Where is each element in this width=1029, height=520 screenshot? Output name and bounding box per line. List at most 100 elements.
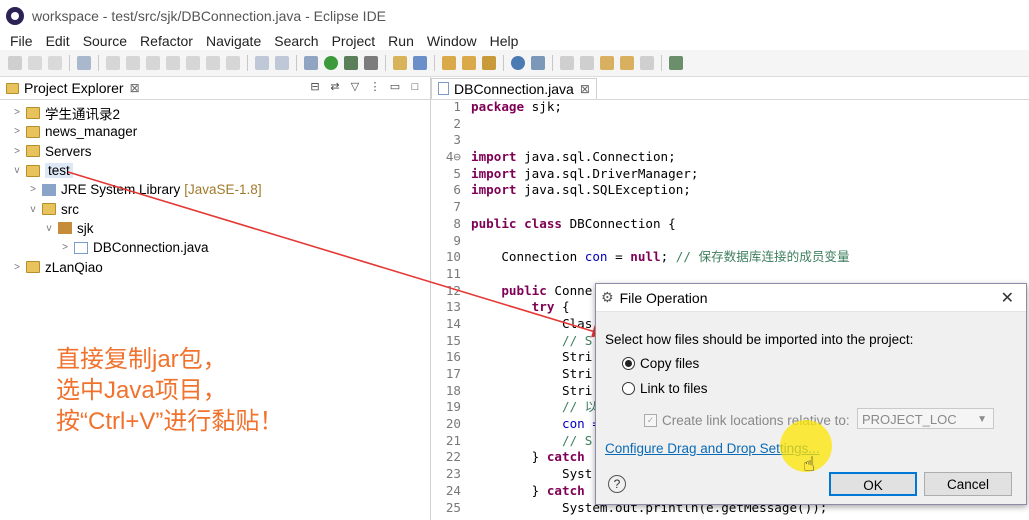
tree-item-project[interactable]: > 学生通讯录2 bbox=[0, 103, 430, 122]
run-icon[interactable] bbox=[324, 56, 338, 70]
maximize-icon[interactable]: □ bbox=[408, 80, 422, 94]
code-text: Stri bbox=[471, 366, 593, 381]
pin-icon[interactable] bbox=[275, 56, 289, 70]
line-number: 2 bbox=[453, 115, 461, 131]
code-line: 2 bbox=[431, 116, 1029, 133]
next-annotation-icon[interactable] bbox=[560, 56, 574, 70]
new-java-project-icon[interactable] bbox=[393, 56, 407, 70]
line-number: 22 bbox=[445, 449, 461, 465]
tree-item-label: news_manager bbox=[45, 124, 138, 140]
step-return-icon[interactable] bbox=[226, 56, 240, 70]
project-folder-icon bbox=[26, 164, 40, 177]
menu-help[interactable]: Help bbox=[490, 33, 519, 49]
project-folder-icon bbox=[26, 106, 40, 119]
package-icon bbox=[58, 222, 72, 235]
toolbar-separator bbox=[552, 55, 553, 71]
collapse-icon[interactable]: v bbox=[12, 165, 22, 176]
open-type-icon[interactable] bbox=[442, 56, 456, 70]
open-perspective-icon[interactable] bbox=[669, 56, 683, 70]
link-with-editor-icon[interactable]: ⇄ bbox=[328, 80, 342, 94]
save-icon[interactable] bbox=[28, 56, 42, 70]
tree-item-project[interactable]: > Servers bbox=[0, 142, 430, 161]
open-console-icon[interactable] bbox=[255, 56, 269, 70]
expand-icon[interactable]: > bbox=[12, 146, 22, 157]
view-menu-icon[interactable]: ⋮ bbox=[368, 80, 382, 94]
disconnect-icon[interactable] bbox=[166, 56, 180, 70]
previous-annotation-icon[interactable] bbox=[580, 56, 594, 70]
tab-project-explorer[interactable]: Project Explorer ⊠ bbox=[0, 77, 146, 99]
close-icon[interactable]: ⊠ bbox=[130, 81, 140, 95]
line-number: 17 bbox=[445, 366, 461, 381]
toolbar-separator bbox=[98, 55, 99, 71]
tree-item-label: zLanQiao bbox=[45, 259, 103, 275]
tree-item-package[interactable]: v sjk bbox=[0, 219, 430, 238]
step-into-icon[interactable] bbox=[186, 56, 200, 70]
step-over-icon[interactable] bbox=[206, 56, 220, 70]
resume-icon[interactable] bbox=[106, 56, 120, 70]
collapse-icon[interactable]: v bbox=[28, 204, 38, 215]
menu-project[interactable]: Project bbox=[332, 33, 376, 49]
copy-files-radio[interactable]: Copy files bbox=[622, 356, 699, 371]
back-icon[interactable] bbox=[620, 56, 634, 70]
line-number: 15 bbox=[445, 332, 461, 348]
filter-icon[interactable]: ▽ bbox=[348, 80, 362, 94]
skip-breakpoints-icon[interactable] bbox=[77, 56, 91, 70]
new-package-icon[interactable] bbox=[413, 56, 427, 70]
line-number: 14 bbox=[445, 315, 461, 331]
expand-icon[interactable]: > bbox=[12, 107, 22, 118]
line-number: 23 bbox=[445, 466, 461, 482]
menu-navigate[interactable]: Navigate bbox=[206, 33, 261, 49]
suspend-icon[interactable] bbox=[126, 56, 140, 70]
open-task-icon[interactable] bbox=[462, 56, 476, 70]
save-all-icon[interactable] bbox=[48, 56, 62, 70]
code-line: 3 bbox=[431, 132, 1029, 149]
new-icon[interactable] bbox=[8, 56, 22, 70]
tab-dbconnection[interactable]: DBConnection.java ⊠ bbox=[431, 77, 597, 99]
variable-select[interactable]: PROJECT_LOC ▼ bbox=[857, 408, 994, 429]
select-value: PROJECT_LOC bbox=[862, 412, 957, 427]
tree-item-project-test[interactable]: v test bbox=[0, 161, 430, 180]
toggle-mark-occurrences-icon[interactable] bbox=[531, 56, 545, 70]
tree-item-file[interactable]: > DBConnection.java bbox=[0, 238, 430, 257]
tree-item-label: src bbox=[61, 201, 79, 217]
tree-item-project[interactable]: > zLanQiao bbox=[0, 257, 430, 276]
forward-icon[interactable] bbox=[640, 56, 654, 70]
collapse-icon[interactable]: v bbox=[44, 223, 54, 234]
tree-item-src[interactable]: v src bbox=[0, 199, 430, 218]
tree-item-project[interactable]: > news_manager bbox=[0, 122, 430, 141]
radio-label: Link to files bbox=[640, 381, 708, 396]
expand-icon[interactable]: > bbox=[28, 184, 38, 195]
menu-window[interactable]: Window bbox=[427, 33, 477, 49]
help-icon[interactable]: ? bbox=[608, 475, 626, 493]
line-number: 11 bbox=[445, 265, 461, 281]
menu-file[interactable]: File bbox=[10, 33, 33, 49]
project-folder-icon bbox=[26, 261, 40, 274]
menu-run[interactable]: Run bbox=[388, 33, 414, 49]
expand-icon[interactable]: > bbox=[60, 242, 70, 253]
last-edit-location-icon[interactable] bbox=[600, 56, 614, 70]
menu-edit[interactable]: Edit bbox=[46, 33, 70, 49]
close-icon[interactable]: ✕ bbox=[1001, 288, 1014, 308]
collapse-all-icon[interactable]: ⊟ bbox=[308, 80, 322, 94]
external-tools-icon[interactable] bbox=[364, 56, 378, 70]
terminate-icon[interactable] bbox=[146, 56, 160, 70]
tree-item-label: sjk bbox=[77, 220, 94, 236]
coverage-icon[interactable] bbox=[344, 56, 358, 70]
search-icon[interactable] bbox=[482, 56, 496, 70]
minimize-icon[interactable]: ▭ bbox=[388, 80, 402, 94]
expand-icon[interactable]: > bbox=[12, 126, 22, 137]
menu-search[interactable]: Search bbox=[274, 33, 318, 49]
close-icon[interactable]: ⊠ bbox=[580, 82, 590, 96]
menu-source[interactable]: Source bbox=[83, 33, 127, 49]
code-line: 8 public class DBConnection { bbox=[431, 216, 1029, 233]
menu-refactor[interactable]: Refactor bbox=[140, 33, 193, 49]
project-explorer-icon bbox=[6, 82, 19, 94]
link-files-radio[interactable]: Link to files bbox=[622, 381, 708, 396]
ok-button[interactable]: OK bbox=[829, 472, 917, 496]
expand-icon[interactable]: > bbox=[12, 262, 22, 273]
cancel-button[interactable]: Cancel bbox=[924, 472, 1012, 496]
code-text: // S bbox=[471, 332, 593, 348]
tree-item-library[interactable]: > JRE System Library [JavaSE-1.8] bbox=[0, 180, 430, 199]
debug-icon[interactable] bbox=[304, 56, 318, 70]
globe-icon[interactable] bbox=[511, 56, 525, 70]
